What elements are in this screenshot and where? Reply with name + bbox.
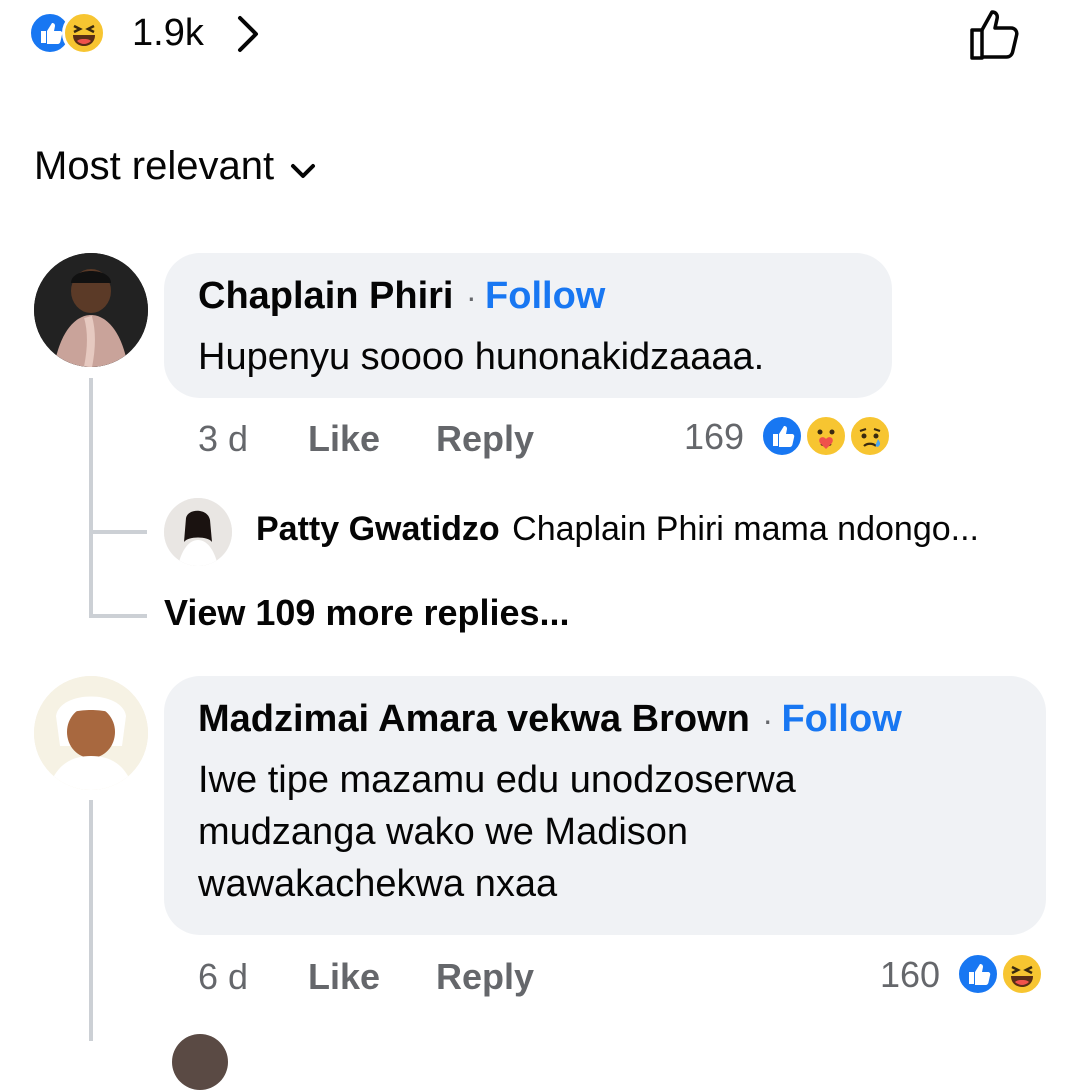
avatar[interactable]: [164, 498, 232, 566]
like-button[interactable]: Like: [308, 418, 380, 460]
comment-reactions[interactable]: [760, 414, 900, 460]
reaction-summary[interactable]: 1.9k: [28, 8, 268, 58]
avatar[interactable]: [34, 253, 148, 367]
comment-text-line: mudzanga wako we Madison: [198, 811, 689, 853]
comment-bubble[interactable]: Chaplain Phiri · Follow Hupenyu soooo hu…: [164, 253, 892, 398]
comment-reactions[interactable]: [956, 952, 1048, 998]
comment-text-line: wawakachekwa nxaa: [198, 863, 558, 905]
thumbs-up-outline-icon[interactable]: [966, 6, 1026, 67]
reply-author[interactable]: Patty Gwatidzo: [256, 510, 500, 548]
follow-button[interactable]: Follow: [781, 698, 901, 740]
reply-preview[interactable]: Patty Gwatidzo Chaplain Phiri mama ndong…: [256, 510, 979, 549]
comment-text: Hupenyu soooo hunonakidzaaaa.: [198, 336, 765, 378]
reaction-count[interactable]: 1.9k: [132, 12, 204, 55]
comment-text: Iwe tipe mazamu edu unodzoserwa mudzanga…: [198, 754, 796, 910]
like-icon: [760, 414, 804, 458]
comment-time: 6 d: [198, 956, 249, 997]
haha-icon: [1000, 952, 1044, 996]
care-icon: [804, 414, 848, 458]
like-icon: [956, 952, 1000, 996]
haha-icon: [62, 11, 106, 55]
comment-time: 3 d: [198, 418, 249, 459]
thread-branch: [89, 614, 147, 618]
reply-button[interactable]: Reply: [436, 418, 534, 460]
comment-actions: 6 d Like Reply 160: [198, 954, 998, 1000]
view-more-replies-link[interactable]: View 109 more replies...: [164, 592, 570, 634]
sort-selector[interactable]: Most relevant: [34, 144, 317, 194]
chevron-right-icon[interactable]: [234, 14, 262, 59]
chevron-down-icon[interactable]: [289, 162, 317, 187]
comment-reaction-count[interactable]: 160: [880, 954, 940, 996]
reply-button[interactable]: Reply: [436, 956, 534, 998]
separator-dot: ·: [465, 279, 477, 315]
sort-label[interactable]: Most relevant: [34, 144, 274, 188]
follow-button[interactable]: Follow: [485, 275, 605, 317]
comment-author[interactable]: Madzimai Amara vekwa Brown: [198, 698, 750, 740]
thread-branch: [89, 530, 147, 534]
like-button[interactable]: Like: [308, 956, 380, 998]
thread-line: [89, 800, 93, 1041]
comment-bubble[interactable]: Madzimai Amara vekwa Brown · Follow Iwe …: [164, 676, 1046, 935]
avatar[interactable]: [34, 676, 148, 790]
comment-reaction-count[interactable]: 169: [684, 416, 744, 458]
sad-icon: [848, 414, 892, 458]
comment-author[interactable]: Chaplain Phiri: [198, 275, 453, 317]
comment-text-line: Iwe tipe mazamu edu unodzoserwa: [198, 759, 796, 801]
separator-dot: ·: [762, 702, 773, 738]
thread-line: [89, 378, 93, 618]
reply-text: Chaplain Phiri mama ndongo...: [512, 510, 979, 548]
avatar[interactable]: [172, 1034, 228, 1090]
